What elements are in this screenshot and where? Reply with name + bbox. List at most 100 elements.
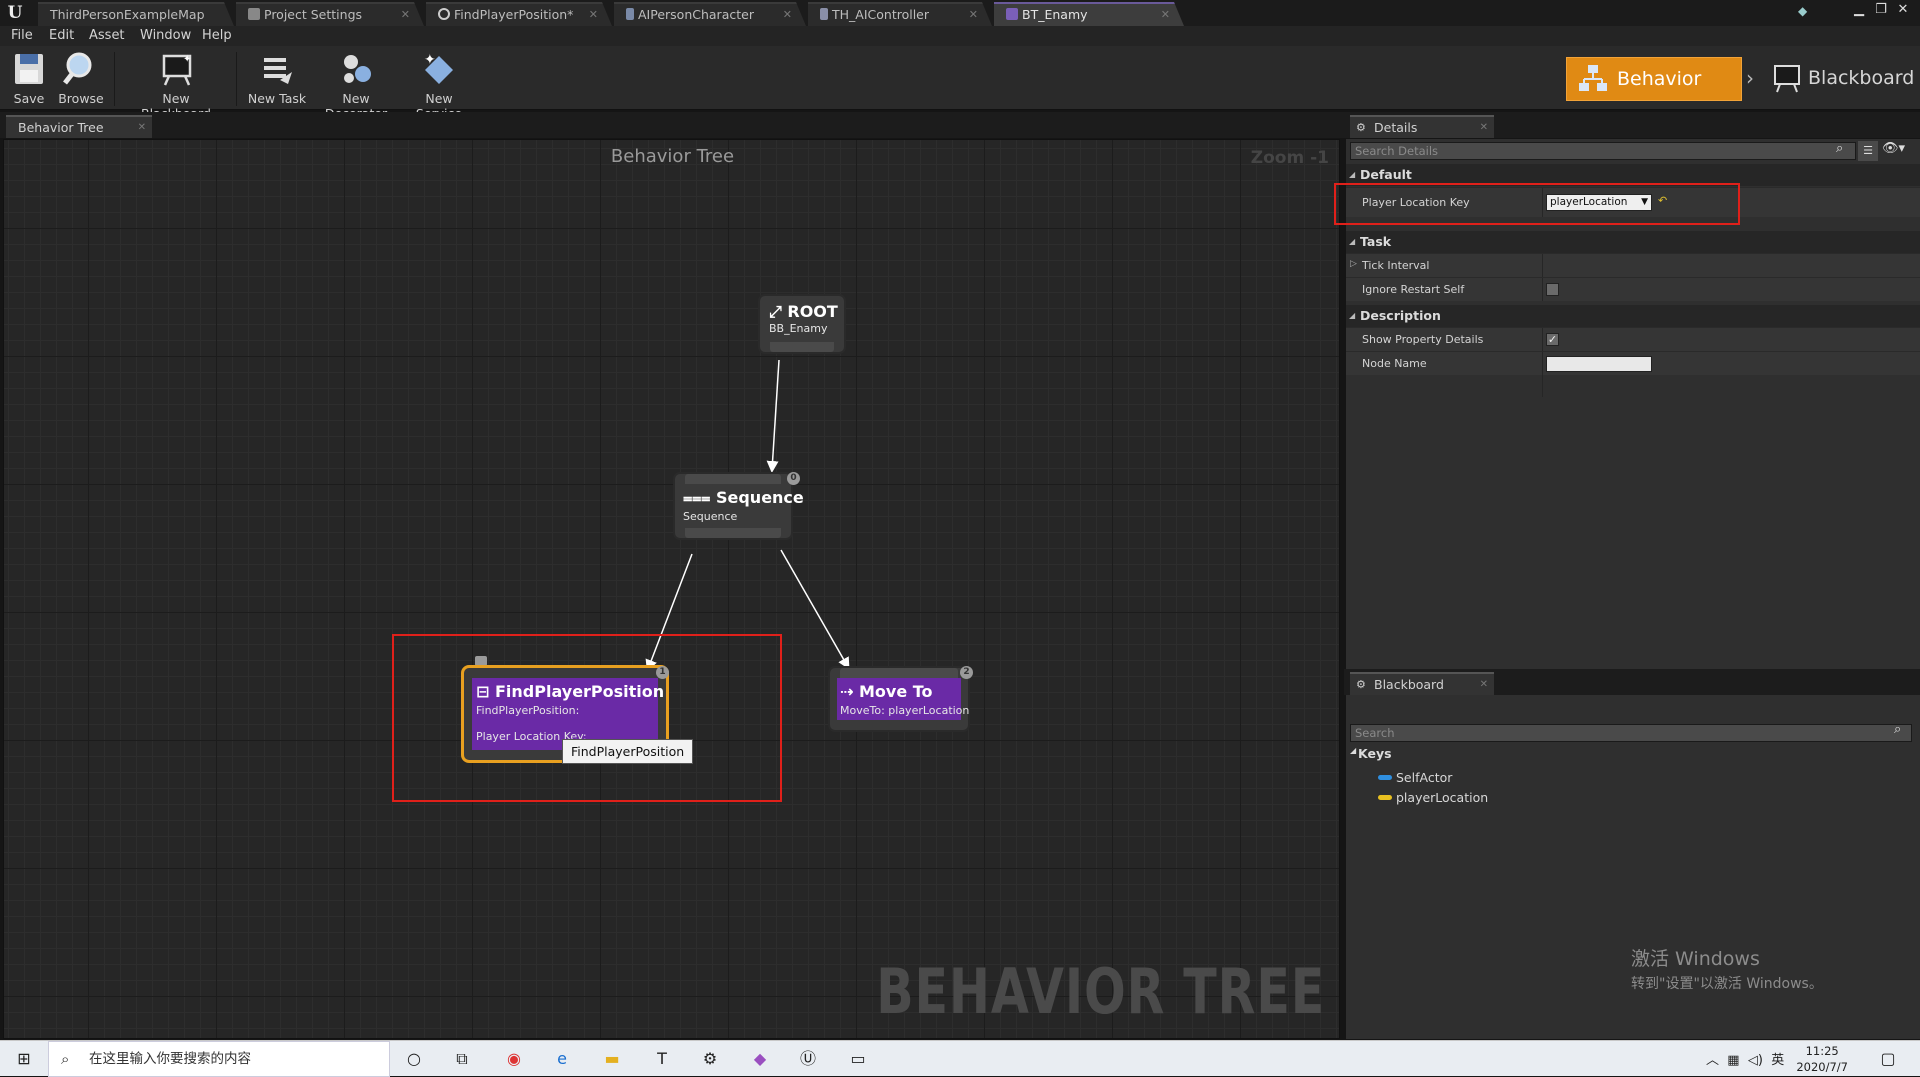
system-tray: ︿ ▦ ◁) 英 <box>1706 1049 1784 1068</box>
tab-behavior-tree[interactable]: Behavior Tree ✕ <box>6 115 152 138</box>
browse-button[interactable]: Browse <box>56 50 106 106</box>
tab-label: Details <box>1374 120 1418 135</box>
tab-details[interactable]: ⚙ Details ✕ <box>1350 115 1494 138</box>
doc-tab-thirdpersonexamplemap[interactable]: ThirdPersonExampleMap <box>38 2 234 26</box>
input-pin[interactable] <box>840 668 958 678</box>
ime-indicator[interactable]: 英 <box>1771 1053 1784 1068</box>
input-pin[interactable] <box>685 474 781 484</box>
sequence-node[interactable]: ⩶ Sequence Sequence 0 <box>675 472 804 538</box>
root-node[interactable]: ⤢ ROOT BB_Enamy <box>760 296 844 352</box>
save-button[interactable]: Save <box>10 50 48 106</box>
doc-tab-bt-enamy[interactable]: BT_Enamy ✕ <box>994 2 1184 26</box>
unreal-engine-icon[interactable]: Ⓤ <box>796 1047 820 1071</box>
blackboard-key-selfactor[interactable]: SelfActor <box>1378 770 1452 785</box>
blackboard-mode-label: Blackboard <box>1808 67 1915 89</box>
menu-edit[interactable]: Edit <box>49 28 74 43</box>
property-matrix-icon[interactable]: ☰ <box>1858 141 1878 161</box>
sequence-title: Sequence <box>715 488 804 507</box>
blackboard-search-input[interactable]: Search <box>1350 724 1912 742</box>
clock-date: 2020/7/7 <box>1796 1060 1848 1074</box>
chrome-icon[interactable]: ◉ <box>502 1047 526 1071</box>
close-icon[interactable]: ✕ <box>783 4 792 25</box>
close-icon[interactable]: ✕ <box>138 117 146 139</box>
close-icon[interactable]: ✕ <box>1480 117 1488 139</box>
doc-tab-th-aicontroller[interactable]: TH_AIController ✕ <box>808 2 992 26</box>
menu-help[interactable]: Help <box>202 28 232 43</box>
graph-tab-row: Behavior Tree ✕ <box>0 112 1344 138</box>
execution-index-badge: 0 <box>787 472 800 485</box>
typora-icon[interactable]: T <box>650 1047 674 1071</box>
monitor-icon[interactable]: ▭ <box>846 1047 870 1071</box>
unreal-logo-icon[interactable]: U <box>4 2 26 24</box>
task-view-icon[interactable]: ⧉ <box>450 1047 474 1071</box>
view-options-icon[interactable]: 👁▾ <box>1882 141 1905 156</box>
keys-header[interactable]: ◢ Keys <box>1348 746 1918 762</box>
key-name: SelfActor <box>1396 770 1453 785</box>
doc-tab-aipersoncharacter[interactable]: AIPersonCharacter ✕ <box>614 2 806 26</box>
node-name-input[interactable] <box>1546 356 1652 372</box>
tab-blackboard[interactable]: ⚙ Blackboard ✕ <box>1350 672 1494 695</box>
expand-arrow-icon[interactable]: ▷ <box>1350 259 1357 269</box>
close-icon[interactable]: ✕ <box>1480 674 1488 696</box>
moveto-node[interactable]: ⇢ Move To MoveTo: playerLocation 2 <box>830 666 973 730</box>
new-service-button[interactable]: ✦ New Service <box>404 50 474 121</box>
maximize-icon[interactable]: ❐ <box>1870 2 1892 17</box>
sequence-node-header: ⩶ Sequence <box>683 488 804 508</box>
blackboard-mode-button[interactable]: Blackboard <box>1772 57 1920 101</box>
node-name-label: Node Name <box>1362 357 1427 370</box>
blackboard-key-playerlocation[interactable]: playerLocation <box>1378 790 1488 805</box>
category-description[interactable]: Description <box>1346 305 1920 327</box>
sequence-icon: ⩶ <box>683 488 716 507</box>
menu-file[interactable]: File <box>11 28 33 43</box>
behavior-tree-mode-button[interactable]: Behavior Tree <box>1566 57 1742 132</box>
column-divider <box>1542 278 1543 301</box>
doc-tab-label: BT_Enamy <box>1022 7 1088 22</box>
category-task[interactable]: Task <box>1346 231 1920 253</box>
volume-icon[interactable]: ◁) <box>1748 1053 1763 1068</box>
ignore-restart-self-checkbox[interactable] <box>1546 283 1559 296</box>
svg-text:✦: ✦ <box>183 54 191 65</box>
search-icon: ⌕ <box>61 1050 70 1068</box>
chevron-up-icon[interactable]: ︿ <box>1706 1053 1719 1068</box>
output-pin[interactable] <box>770 342 834 352</box>
settings-icon[interactable]: ⚙ <box>698 1047 722 1071</box>
windows-taskbar: ⊞ ⌕ 在这里输入你要搜索的内容 ○ ⧉ ◉ e ▬ T ⚙ ◆ Ⓤ ▭ ︿ ▦… <box>0 1040 1920 1077</box>
show-property-details-label: Show Property Details <box>1362 333 1484 346</box>
new-decorator-button[interactable]: New Decorator <box>314 50 398 121</box>
cortana-icon[interactable]: ○ <box>402 1047 426 1071</box>
doc-tab-project-settings[interactable]: Project Settings ✕ <box>236 2 424 26</box>
property-row-show-property-details: Show Property Details ✓ <box>1346 327 1920 351</box>
behavior-tree-graph[interactable]: Behavior Tree Zoom -1 ⤢ ROOT BB_Enamy ⩶ … <box>3 139 1340 1039</box>
edge-icon[interactable]: e <box>550 1047 574 1071</box>
doc-tab-findplayerposition[interactable]: FindPlayerPosition* ✕ <box>426 2 612 26</box>
file-explorer-icon[interactable]: ▬ <box>600 1047 624 1071</box>
close-icon[interactable]: ✕ <box>401 4 410 25</box>
show-property-details-checkbox[interactable]: ✓ <box>1546 333 1559 346</box>
windows-start-icon[interactable]: ⊞ <box>12 1047 36 1071</box>
clock[interactable]: 11:25 2020/7/7 <box>1796 1043 1848 1075</box>
taskbar-search-input[interactable]: ⌕ 在这里输入你要搜索的内容 <box>48 1041 390 1077</box>
window-controls: ▁ ❐ ✕ <box>1848 2 1914 17</box>
feedback-icon[interactable]: ◆ <box>1798 4 1814 18</box>
minimize-icon[interactable]: ▁ <box>1848 2 1870 17</box>
node-connections <box>645 359 850 672</box>
output-pin[interactable] <box>685 528 781 538</box>
details-search-input[interactable]: Search Details <box>1350 142 1856 160</box>
property-row-tick-interval[interactable]: ▷ Tick Interval <box>1346 253 1920 277</box>
menu-asset[interactable]: Asset <box>89 28 125 43</box>
close-icon[interactable]: ✕ <box>1892 2 1914 17</box>
column-divider <box>1542 375 1543 397</box>
collapse-arrow-icon: ◢ <box>1350 746 1357 755</box>
task-icon <box>264 58 292 84</box>
close-icon[interactable]: ✕ <box>969 4 978 25</box>
menu-bar: File Edit Asset Window Help <box>0 26 1920 46</box>
new-blackboard-button[interactable]: ✦ New Blackboard <box>128 50 224 121</box>
new-task-button[interactable]: New Task <box>246 50 308 106</box>
app-icon[interactable]: ◆ <box>748 1047 772 1071</box>
notification-icon[interactable]: ▢ <box>1876 1047 1900 1071</box>
network-icon[interactable]: ▦ <box>1727 1053 1739 1068</box>
menu-window[interactable]: Window <box>140 28 191 43</box>
ignore-restart-self-label: Ignore Restart Self <box>1362 283 1465 296</box>
close-icon[interactable]: ✕ <box>589 4 598 25</box>
close-icon[interactable]: ✕ <box>1161 4 1170 25</box>
